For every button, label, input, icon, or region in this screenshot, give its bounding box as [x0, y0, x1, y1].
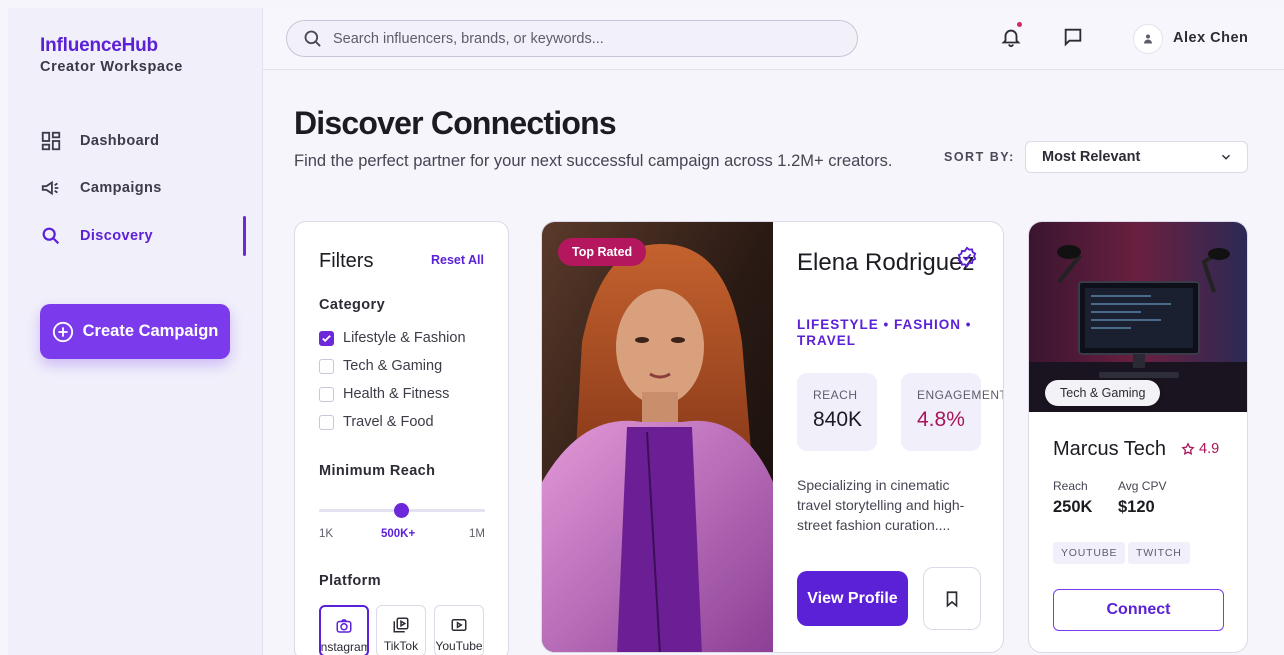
platform-instagram[interactable]: Instagram — [319, 605, 369, 655]
creator-name: Marcus Tech — [1053, 438, 1167, 460]
dashboard-icon — [41, 131, 61, 151]
platform-chip-twitch: TWITCH — [1128, 542, 1190, 564]
category-health-fitness[interactable]: Health & Fitness — [319, 386, 449, 402]
creator-categories: LIFESTYLE • FASHION • TRAVEL — [797, 317, 972, 348]
sidebar-item-label: Dashboard — [80, 133, 160, 149]
notifications-button[interactable] — [998, 22, 1024, 50]
reach-value-label: 500K+ — [381, 528, 416, 540]
sidebar-item-dashboard[interactable]: Dashboard — [40, 121, 246, 161]
rating-value: 4.9 — [1199, 441, 1220, 457]
check-icon — [322, 334, 331, 342]
platform-chip-youtube: YOUTUBE — [1053, 542, 1126, 564]
creator-rating: 4.9 — [1181, 441, 1219, 457]
checkbox[interactable] — [319, 386, 334, 402]
reach-stat-label: Reach — [1053, 479, 1088, 493]
bookmark-icon — [946, 590, 958, 608]
plus-circle-icon — [52, 321, 73, 342]
connect-button[interactable]: Connect — [1053, 589, 1224, 631]
brand: InfluenceHub Creator Workspace — [40, 35, 183, 75]
reach-stat-label: REACH — [813, 388, 858, 402]
reach-slider-handle[interactable] — [394, 503, 409, 518]
brand-name: InfluenceHub — [40, 35, 158, 56]
page-title: Discover Connections — [294, 105, 617, 141]
platform-label-text: YouTube — [435, 639, 483, 653]
sort-label: SORT BY: — [944, 150, 1015, 164]
create-campaign-button[interactable]: Create Campaign — [40, 304, 230, 359]
top-rated-badge: Top Rated — [558, 238, 647, 266]
creator-name: Elena Rodriguez — [797, 249, 975, 276]
chevron-down-icon — [1222, 154, 1230, 160]
sidebar-item-label: Campaigns — [80, 180, 162, 196]
category-label-text: Health & Fitness — [343, 386, 450, 402]
page-subtitle: Find the perfect partner for your next s… — [294, 152, 893, 170]
verified-icon — [956, 246, 978, 273]
sort-select[interactable]: Most Relevant — [1025, 141, 1248, 173]
platform-label-text: TikTok — [383, 639, 419, 653]
category-travel-food[interactable]: Travel & Food — [319, 414, 434, 430]
camera-icon — [336, 619, 352, 633]
checkbox-checked[interactable] — [319, 330, 334, 346]
search-icon — [304, 30, 321, 47]
play-icon — [451, 619, 467, 631]
engagement-stat-value: 4.8% — [917, 408, 965, 431]
avatar[interactable] — [1133, 24, 1163, 54]
user-name[interactable]: Alex Chen — [1173, 30, 1248, 46]
category-lifestyle-fashion[interactable]: Lifestyle & Fashion — [319, 330, 466, 346]
platform-tiktok[interactable]: TikTok — [376, 605, 426, 655]
reset-all-link[interactable]: Reset All — [431, 253, 484, 267]
messages-button[interactable] — [1060, 24, 1086, 50]
minimum-reach-label: Minimum Reach — [319, 463, 436, 479]
brand-subtitle: Creator Workspace — [40, 59, 183, 75]
filters-title: Filters — [319, 250, 374, 272]
search-bar[interactable] — [286, 20, 858, 57]
bookmark-button[interactable] — [923, 567, 981, 630]
bell-icon — [1001, 29, 1021, 48]
view-profile-button[interactable]: View Profile — [797, 571, 908, 626]
creator-photo — [542, 222, 773, 652]
video-library-icon — [393, 617, 409, 633]
user-icon — [1144, 34, 1152, 44]
reach-stat: REACH 840K — [797, 373, 877, 451]
category-tech-gaming[interactable]: Tech & Gaming — [319, 358, 442, 374]
cpv-stat-label: Avg CPV — [1118, 479, 1167, 493]
reach-max-label: 1M — [469, 528, 485, 540]
category-label-text: Tech & Gaming — [343, 358, 443, 374]
topbar: Alex Chen — [263, 8, 1284, 70]
chat-icon — [1064, 28, 1082, 47]
reach-stat-value: 840K — [813, 408, 863, 431]
filters-panel: Filters Reset All Category Lifestyle & F… — [294, 221, 509, 655]
creator-description: Specializing in cinematic travel storyte… — [797, 477, 965, 533]
sidebar-item-discovery[interactable]: Discovery — [40, 216, 246, 256]
sort-value: Most Relevant — [1042, 149, 1141, 165]
sidebar: InfluenceHub Creator Workspace Dashboard… — [8, 8, 263, 655]
category-label-text: Travel & Food — [343, 414, 434, 430]
checkbox[interactable] — [319, 358, 334, 374]
category-label: Category — [319, 297, 386, 313]
checkbox[interactable] — [319, 414, 334, 430]
sidebar-item-label: Discovery — [80, 228, 153, 244]
search-input[interactable] — [333, 30, 813, 47]
cpv-stat-value: $120 — [1118, 498, 1155, 516]
creator-card: Tech & Gaming Marcus Tech 4.9 Reach 250K… — [1028, 221, 1248, 653]
sidebar-item-campaigns[interactable]: Campaigns — [40, 168, 246, 208]
star-icon — [1181, 442, 1195, 456]
engagement-stat-label: ENGAGEMENT — [917, 388, 1004, 402]
reach-min-label: 1K — [319, 528, 334, 540]
category-tag: Tech & Gaming — [1045, 380, 1161, 406]
platform-youtube[interactable]: YouTube — [434, 605, 484, 655]
category-label-text: Lifestyle & Fashion — [343, 330, 466, 346]
engagement-stat: ENGAGEMENT 4.8% — [901, 373, 1004, 451]
platform-label-text: Instagram — [319, 640, 369, 654]
notification-dot — [1017, 22, 1022, 27]
search-icon — [42, 227, 60, 245]
creator-card-featured: Top Rated Elena Rodriguez LIFESTYLE • FA… — [541, 221, 1004, 653]
reach-stat-value: 250K — [1053, 498, 1093, 516]
platform-label: Platform — [319, 573, 382, 589]
create-campaign-label: Create Campaign — [82, 322, 219, 340]
megaphone-icon — [41, 180, 59, 196]
